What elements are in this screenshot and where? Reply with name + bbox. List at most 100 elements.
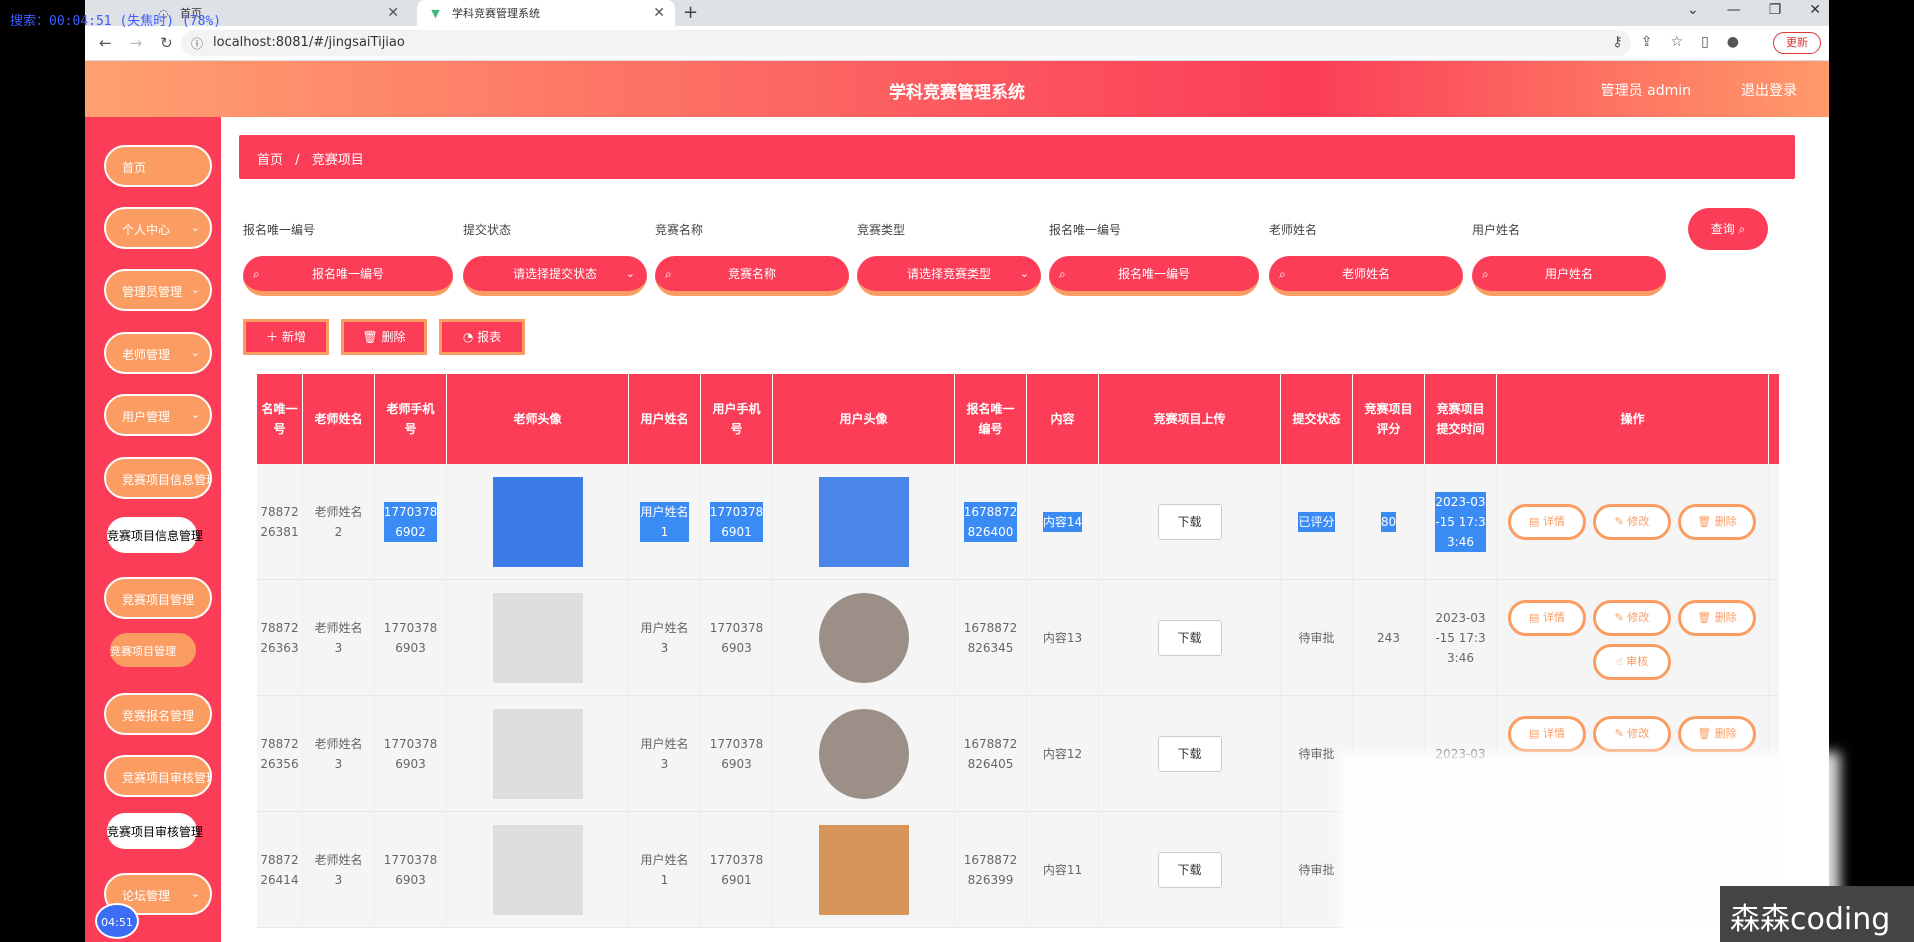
- sidebar-sub-contest-info[interactable]: 竞赛项目信息管理: [107, 517, 203, 553]
- col-header[interactable]: 内容: [1027, 374, 1099, 464]
- contest-name-input[interactable]: ⌕ 竞赛名称: [655, 256, 849, 296]
- input-placeholder: 报名唯一编号: [1117, 267, 1190, 281]
- cell-teacher-avatar: [447, 812, 629, 928]
- sidebar-item-contest[interactable]: 竞赛项目管理: [104, 577, 212, 619]
- detail-button[interactable]: ▤ 详情: [1508, 504, 1586, 540]
- url-input[interactable]: ⓘ localhost:8081/#/jingsaiTijiao: [181, 30, 1631, 56]
- teacher-name-input[interactable]: ⌕ 老师姓名: [1269, 256, 1463, 296]
- star-icon[interactable]: ☆: [1671, 34, 1684, 50]
- col-header[interactable]: 用户头像: [773, 374, 955, 464]
- col-header[interactable]: 用户手机 号: [701, 374, 773, 464]
- user-avatar-image[interactable]: [818, 825, 909, 915]
- status-select[interactable]: 请选择提交状态 ⌄: [463, 256, 647, 296]
- user-avatar-image[interactable]: [818, 709, 909, 799]
- cell-tphone: 1770378 6903: [375, 696, 447, 812]
- chevron-down-icon[interactable]: ⌄: [1687, 2, 1699, 18]
- query-button[interactable]: 查询 ⌕: [1688, 208, 1768, 250]
- edit-button[interactable]: ✎ 修改: [1593, 504, 1671, 540]
- col-header[interactable]: 老师姓名: [303, 374, 375, 464]
- key-icon[interactable]: ⚷: [1613, 34, 1623, 50]
- col-header[interactable]: 老师手机 号: [375, 374, 447, 464]
- cell-tphone: 1770378 6903: [375, 812, 447, 928]
- back-icon[interactable]: ←: [99, 34, 112, 52]
- close-icon[interactable]: ✕: [387, 5, 399, 21]
- user-avatar-image[interactable]: [818, 477, 909, 567]
- col-header[interactable]: 竞赛项目 评分: [1353, 374, 1425, 464]
- watermark: 森森coding: [1720, 886, 1914, 942]
- user-name-input[interactable]: ⌕ 用户姓名: [1472, 256, 1666, 296]
- add-button[interactable]: ＋ 新增: [243, 319, 329, 355]
- sidebar-item-teacher[interactable]: 老师管理 ⌄: [104, 332, 212, 374]
- teacher-avatar-image[interactable]: [492, 477, 583, 567]
- bno-search-input[interactable]: ⌕ 报名唯一编号: [243, 256, 453, 296]
- sidebar-sub-review[interactable]: 竞赛项目审核管理: [107, 813, 203, 849]
- query-label: 查询: [1710, 222, 1735, 236]
- delete-row-button[interactable]: 🗑 删除: [1678, 600, 1756, 636]
- user-avatar-image[interactable]: [818, 593, 909, 683]
- col-header[interactable]: 老师头像: [447, 374, 629, 464]
- sidebar: 首页 个人中心 ⌄ 管理员管理 ⌄ 老师管理 ⌄ 用户管理 ⌄ 竞赛项目信息管理 竞赛项…: [85, 117, 221, 942]
- new-tab-icon[interactable]: +: [683, 2, 698, 23]
- sidebar-item-home[interactable]: 首页: [104, 145, 212, 187]
- pencil-icon: ✎: [1614, 515, 1624, 528]
- detail-button[interactable]: ▤ 详情: [1508, 600, 1586, 636]
- cell-teacher: 老师姓名 3: [303, 696, 375, 812]
- sidebar-item-contest-info[interactable]: 竞赛项目信息管理: [104, 457, 212, 499]
- download-button[interactable]: 下载: [1157, 736, 1222, 772]
- sidebar-item-profile[interactable]: 个人中心 ⌄: [104, 207, 212, 249]
- forward-icon[interactable]: →: [130, 34, 143, 52]
- detail-button[interactable]: ▤ 详情: [1508, 716, 1586, 752]
- profile-icon[interactable]: ●: [1727, 34, 1739, 50]
- tab-active[interactable]: ▼ 学科竞赛管理系统 ✕: [417, 0, 675, 26]
- document-icon: ▤: [1529, 515, 1540, 528]
- restore-icon[interactable]: ❐: [1769, 2, 1782, 18]
- download-button[interactable]: 下载: [1157, 620, 1222, 656]
- cell-user: 用户姓名 3: [629, 580, 701, 696]
- teacher-avatar-image[interactable]: [492, 709, 583, 799]
- sidebar-item-review[interactable]: 竞赛项目审核管理: [104, 755, 212, 797]
- tab-bar: ◌ 首页 ✕ ▼ 学科竞赛管理系统 ✕ + ⌄ — ❐ ✕: [85, 0, 1829, 26]
- clock-icon: ◔: [462, 330, 474, 344]
- edit-button[interactable]: ✎ 修改: [1593, 600, 1671, 636]
- sidebar-icon[interactable]: ▯: [1701, 34, 1709, 50]
- delete-row-button[interactable]: 🗑 删除: [1678, 716, 1756, 752]
- close-icon[interactable]: ✕: [653, 5, 665, 21]
- bno-search-input-2[interactable]: ⌕ 报名唯一编号: [1049, 256, 1259, 296]
- review-button[interactable]: ☝ 审核: [1593, 644, 1671, 680]
- breadcrumb-home[interactable]: 首页: [257, 153, 283, 168]
- download-button[interactable]: 下载: [1157, 852, 1222, 888]
- cell-content: 内容11: [1027, 812, 1099, 928]
- teacher-avatar-image[interactable]: [492, 825, 583, 915]
- share-icon[interactable]: ⇪: [1641, 34, 1653, 50]
- sidebar-sub-contest[interactable]: 竞赛项目管理: [110, 633, 196, 667]
- cell-user-avatar: [773, 696, 955, 812]
- download-button[interactable]: 下载: [1157, 504, 1222, 540]
- pencil-icon: ✎: [1614, 611, 1624, 624]
- edit-button[interactable]: ✎ 修改: [1593, 716, 1671, 752]
- col-header[interactable]: 竞赛项目 提交时间: [1425, 374, 1497, 464]
- col-header[interactable]: 竞赛项目上传: [1099, 374, 1281, 464]
- cell-text: 1770378 6902: [383, 502, 438, 542]
- col-header[interactable]: 名唯一 号: [257, 374, 303, 464]
- cell-score: 243: [1353, 580, 1425, 696]
- minimize-icon[interactable]: —: [1727, 2, 1741, 18]
- col-header[interactable]: 用户姓名: [629, 374, 701, 464]
- reload-icon[interactable]: ↻: [160, 34, 173, 52]
- sidebar-item-signup[interactable]: 竞赛报名管理: [104, 693, 212, 735]
- update-button[interactable]: 更新: [1773, 32, 1821, 54]
- report-button[interactable]: ◔ 报表: [439, 319, 525, 355]
- teacher-avatar-image[interactable]: [492, 593, 583, 683]
- delete-row-button[interactable]: 🗑 删除: [1678, 504, 1756, 540]
- cell-text: 1770378 6901: [709, 502, 764, 542]
- breadcrumb: 首页 / 竞赛项目: [239, 135, 1795, 179]
- op-label: 详情: [1542, 611, 1565, 624]
- delete-button[interactable]: 🗑 删除: [341, 319, 427, 355]
- contest-type-select[interactable]: 请选择竞赛类型 ⌄: [857, 256, 1041, 296]
- col-header[interactable]: 提交状态: [1281, 374, 1353, 464]
- col-header[interactable]: 报名唯一 编号: [955, 374, 1027, 464]
- sidebar-item-admin[interactable]: 管理员管理 ⌄: [104, 269, 212, 311]
- close-window-icon[interactable]: ✕: [1809, 2, 1821, 18]
- sidebar-item-user[interactable]: 用户管理 ⌄: [104, 394, 212, 436]
- logout-link[interactable]: 退出登录: [1741, 80, 1797, 100]
- cell-no: 78872 26414: [257, 812, 303, 928]
